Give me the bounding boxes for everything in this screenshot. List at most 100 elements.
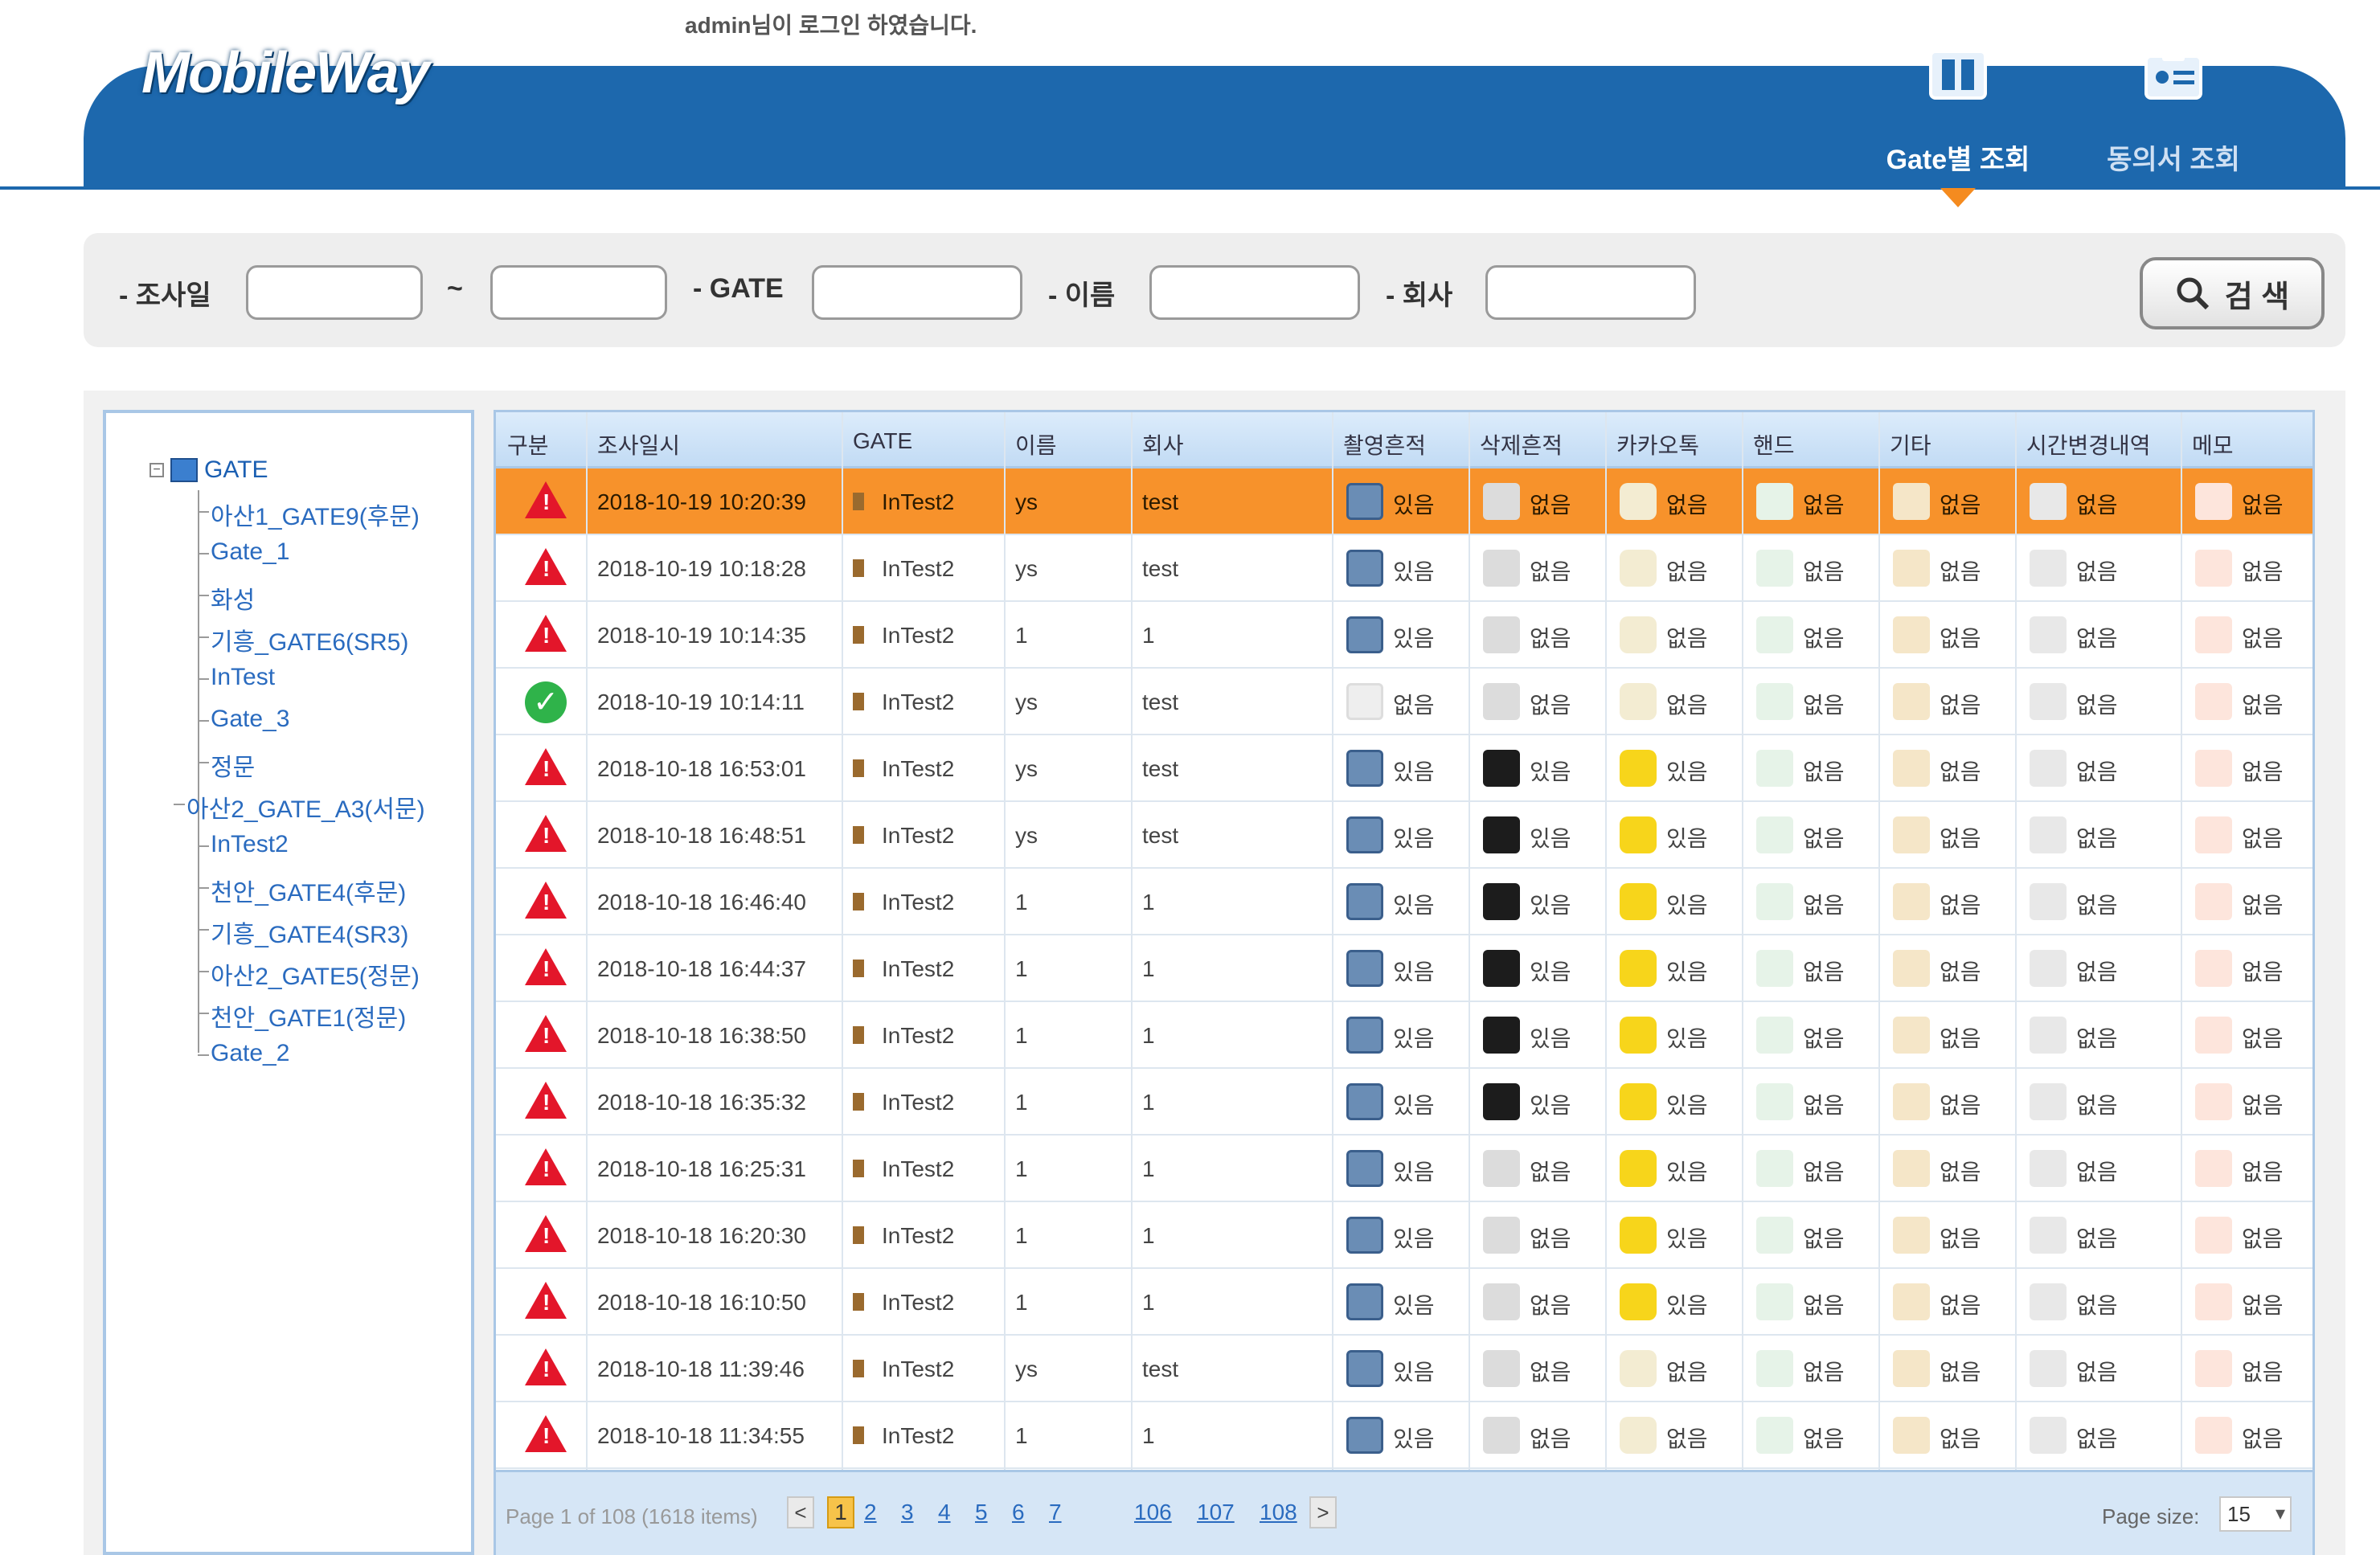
delete-trace-icon[interactable] xyxy=(1483,950,1520,987)
kakao-chat-icon[interactable] xyxy=(1620,1283,1657,1320)
kakao-chat-icon[interactable] xyxy=(1620,1417,1657,1454)
table-row[interactable]: ! 2018-10-18 16:10:50 InTest2 1 1 있음 없음 있음 없음 없음 없… xyxy=(496,1269,2312,1336)
col-name-header[interactable]: 이름 xyxy=(1015,428,1057,460)
memo-icon[interactable] xyxy=(2195,616,2232,653)
col-hand-header[interactable]: 핸드 xyxy=(1753,428,1795,460)
tree-item[interactable]: 천안_GATE4(후문) xyxy=(197,873,406,908)
etc-file-icon[interactable] xyxy=(1893,750,1930,787)
tree-item[interactable]: Gate_3 xyxy=(197,706,289,733)
tree-item[interactable]: 기흥_GATE4(SR3) xyxy=(197,915,408,950)
handset-icon[interactable] xyxy=(1756,1217,1793,1254)
next-page-button[interactable]: > xyxy=(1309,1496,1337,1528)
col-gate-header[interactable]: GATE xyxy=(853,428,912,454)
etc-file-icon[interactable] xyxy=(1893,683,1930,720)
kakao-chat-icon[interactable] xyxy=(1620,1350,1657,1387)
page-link[interactable]: 4 xyxy=(938,1500,951,1525)
table-row[interactable]: ! 2018-10-18 16:53:01 InTest2 ys test 있음 있음 있음 없… xyxy=(496,735,2312,802)
memo-icon[interactable] xyxy=(2195,1283,2232,1320)
page-link[interactable]: 108 xyxy=(1260,1500,1297,1525)
tree-item[interactable]: InTest2 xyxy=(198,831,289,858)
tree-item[interactable]: 아산2_GATE_A3(서문) xyxy=(174,789,425,825)
memo-icon[interactable] xyxy=(2195,550,2232,587)
col-company-header[interactable]: 회사 xyxy=(1142,428,1184,460)
handset-icon[interactable] xyxy=(1756,750,1793,787)
etc-file-icon[interactable] xyxy=(1893,883,1930,920)
photo-trace-icon[interactable] xyxy=(1346,883,1383,920)
photo-trace-icon[interactable] xyxy=(1346,616,1383,653)
time-change-icon[interactable] xyxy=(2030,1350,2067,1387)
col-status-header[interactable]: 구분 xyxy=(507,428,549,460)
table-row[interactable]: ! 2018-10-19 10:18:28 InTest2 ys test 있음 없음 없음 없… xyxy=(496,535,2312,602)
table-row[interactable]: ! 2018-10-18 16:25:31 InTest2 1 1 있음 없음 있음 없음 없음 없… xyxy=(496,1136,2312,1202)
etc-file-icon[interactable] xyxy=(1893,1083,1930,1120)
memo-icon[interactable] xyxy=(2195,1150,2232,1187)
col-time-header[interactable]: 시간변경내역 xyxy=(2026,428,2151,460)
page-link[interactable]: 5 xyxy=(975,1500,988,1525)
photo-trace-icon[interactable] xyxy=(1346,1150,1383,1187)
photo-trace-icon[interactable] xyxy=(1346,1417,1383,1454)
handset-icon[interactable] xyxy=(1756,683,1793,720)
etc-file-icon[interactable] xyxy=(1893,1417,1930,1454)
time-change-icon[interactable] xyxy=(2030,550,2067,587)
table-row[interactable]: ✓ 2018-10-19 10:14:11 InTest2 ys test 없음 없음 없음 없… xyxy=(496,669,2312,735)
handset-icon[interactable] xyxy=(1756,1417,1793,1454)
page-link[interactable]: 3 xyxy=(901,1500,914,1525)
photo-trace-icon[interactable] xyxy=(1346,816,1383,853)
table-row[interactable]: ! 2018-10-18 16:20:30 InTest2 1 1 있음 없음 있음 없음 없음 없… xyxy=(496,1202,2312,1269)
current-page[interactable]: 1 xyxy=(827,1496,854,1528)
photo-trace-icon[interactable] xyxy=(1346,550,1383,587)
memo-icon[interactable] xyxy=(2195,483,2232,520)
delete-trace-icon[interactable] xyxy=(1483,1350,1520,1387)
company-input[interactable] xyxy=(1485,265,1696,320)
delete-trace-icon[interactable] xyxy=(1483,1417,1520,1454)
etc-file-icon[interactable] xyxy=(1893,1217,1930,1254)
handset-icon[interactable] xyxy=(1756,1283,1793,1320)
page-size-select[interactable]: 15 xyxy=(2219,1496,2292,1532)
delete-trace-icon[interactable] xyxy=(1483,483,1520,520)
kakao-chat-icon[interactable] xyxy=(1620,816,1657,853)
gate-input[interactable] xyxy=(812,265,1022,320)
name-input[interactable] xyxy=(1149,265,1360,320)
date-from-input[interactable] xyxy=(246,265,423,320)
delete-trace-icon[interactable] xyxy=(1483,816,1520,853)
memo-icon[interactable] xyxy=(2195,883,2232,920)
kakao-chat-icon[interactable] xyxy=(1620,1083,1657,1120)
kakao-chat-icon[interactable] xyxy=(1620,483,1657,520)
handset-icon[interactable] xyxy=(1756,1350,1793,1387)
tree-collapse-icon[interactable]: − xyxy=(150,463,164,477)
col-kakao-header[interactable]: 카카오톡 xyxy=(1616,428,1699,460)
handset-icon[interactable] xyxy=(1756,483,1793,520)
page-link[interactable]: 2 xyxy=(864,1500,877,1525)
etc-file-icon[interactable] xyxy=(1893,816,1930,853)
tab-gate-view[interactable]: Gate별 조회 xyxy=(1862,48,2054,177)
etc-file-icon[interactable] xyxy=(1893,1150,1930,1187)
table-row[interactable]: ! 2018-10-18 16:44:37 InTest2 1 1 있음 있음 있음 없음 없음 없… xyxy=(496,935,2312,1002)
delete-trace-icon[interactable] xyxy=(1483,550,1520,587)
memo-icon[interactable] xyxy=(2195,950,2232,987)
col-photo-header[interactable]: 촬영흔적 xyxy=(1343,428,1426,460)
handset-icon[interactable] xyxy=(1756,1017,1793,1054)
tree-root-gate[interactable]: − GATE xyxy=(150,456,268,484)
etc-file-icon[interactable] xyxy=(1893,950,1930,987)
delete-trace-icon[interactable] xyxy=(1483,1283,1520,1320)
handset-icon[interactable] xyxy=(1756,950,1793,987)
photo-trace-icon[interactable] xyxy=(1346,1283,1383,1320)
col-etc-header[interactable]: 기타 xyxy=(1890,428,1931,460)
kakao-chat-icon[interactable] xyxy=(1620,1150,1657,1187)
search-button[interactable]: 검 색 xyxy=(2140,257,2325,329)
tree-item[interactable]: Gate_2 xyxy=(197,1040,289,1067)
time-change-icon[interactable] xyxy=(2030,616,2067,653)
page-link[interactable]: 107 xyxy=(1197,1500,1235,1525)
tree-item[interactable]: 기흥_GATE6(SR5) xyxy=(197,622,408,657)
delete-trace-icon[interactable] xyxy=(1483,683,1520,720)
memo-icon[interactable] xyxy=(2195,1417,2232,1454)
table-row[interactable]: ! 2018-10-18 16:48:51 InTest2 ys test 있음 있음 있음 없… xyxy=(496,802,2312,869)
col-delete-header[interactable]: 삭제흔적 xyxy=(1480,428,1563,460)
kakao-chat-icon[interactable] xyxy=(1620,750,1657,787)
table-row[interactable]: ! 2018-10-18 16:35:32 InTest2 1 1 있음 있음 있음 없음 없음 없… xyxy=(496,1069,2312,1136)
photo-trace-icon[interactable] xyxy=(1346,483,1383,520)
etc-file-icon[interactable] xyxy=(1893,1350,1930,1387)
memo-icon[interactable] xyxy=(2195,1217,2232,1254)
table-row[interactable]: ! 2018-10-18 16:46:40 InTest2 1 1 있음 있음 있음 없음 없음 없… xyxy=(496,869,2312,935)
handset-icon[interactable] xyxy=(1756,816,1793,853)
